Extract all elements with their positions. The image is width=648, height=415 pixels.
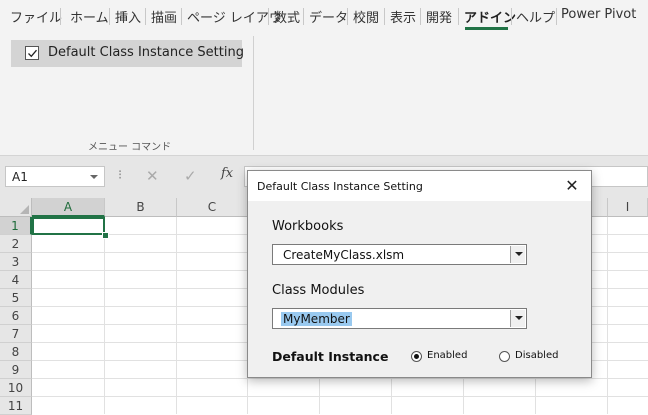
gridline (607, 217, 608, 414)
row-header-8[interactable]: 8 (0, 343, 32, 361)
row-header-4[interactable]: 4 (0, 271, 32, 289)
tab-file[interactable]: ファイル (10, 7, 62, 26)
workbooks-value: CreateMyClass.xlsm (283, 248, 405, 262)
default-class-instance-dialog: Default Class Instance Setting ✕ Workboo… (247, 170, 592, 378)
tab-home[interactable]: ホーム (70, 7, 109, 26)
row-header-3[interactable]: 3 (0, 253, 32, 271)
checkbox-icon (25, 46, 39, 60)
cancel-icon[interactable]: ✕ (146, 167, 159, 185)
tab-draw[interactable]: 描画 (151, 7, 177, 26)
enabled-radio-label[interactable]: Enabled (427, 350, 467, 361)
tab-power-pivot[interactable]: Power Pivot (561, 7, 636, 22)
gridline (32, 396, 648, 397)
name-box[interactable]: A1 (5, 166, 105, 187)
default-instance-label: Default Instance (272, 349, 389, 364)
tab-separator (384, 8, 385, 25)
row-header-1[interactable]: 1 (0, 217, 32, 235)
tab-separator (420, 8, 421, 25)
column-header-i[interactable]: I (608, 198, 648, 217)
ribbon-group-label: メニュー コマンド (88, 142, 172, 153)
tab-insert[interactable]: 挿入 (115, 7, 141, 26)
tab-formulas[interactable]: 数式 (274, 7, 300, 26)
row-header-2[interactable]: 2 (0, 235, 32, 253)
class-modules-value: MyMember (281, 312, 352, 326)
fill-handle[interactable] (102, 232, 109, 239)
insert-function-icon[interactable]: fx (221, 166, 233, 181)
tab-help[interactable]: ヘルプ (516, 7, 555, 26)
row-header-6[interactable]: 6 (0, 307, 32, 325)
disabled-radio-label[interactable]: Disabled (515, 350, 558, 361)
class-modules-combobox[interactable]: MyMember (272, 308, 527, 329)
tab-separator (347, 8, 348, 25)
enter-icon[interactable]: ✓ (184, 167, 197, 185)
tab-data[interactable]: データ (309, 7, 348, 26)
tab-separator (145, 8, 146, 25)
ribbon-tab-bar: ファイル ホーム 挿入 描画 ページ レイアウ 数式 データ 校閲 表示 開発 … (0, 0, 648, 32)
disabled-radio[interactable] (499, 351, 510, 362)
formula-bar-grip-icon[interactable]: ⁝ (118, 168, 122, 183)
dialog-title: Default Class Instance Setting (257, 180, 423, 193)
gridline (104, 217, 105, 414)
row-header-10[interactable]: 10 (0, 379, 32, 397)
tab-view[interactable]: 表示 (390, 7, 416, 26)
active-cell-a1[interactable] (32, 217, 105, 235)
active-tab-indicator (465, 27, 508, 30)
name-box-value: A1 (12, 170, 28, 184)
select-all-button[interactable] (0, 198, 32, 217)
gridline (32, 378, 648, 379)
tab-separator (181, 8, 182, 25)
tab-addins[interactable]: アドイン (464, 7, 516, 26)
workbooks-label: Workbooks (272, 219, 344, 234)
gridline (176, 217, 177, 414)
row-header-5[interactable]: 5 (0, 289, 32, 307)
close-icon[interactable]: ✕ (561, 175, 583, 197)
class-modules-label: Class Modules (272, 283, 365, 298)
workbooks-combobox[interactable]: CreateMyClass.xlsm (272, 244, 527, 265)
row-header-9[interactable]: 9 (0, 361, 32, 379)
chevron-down-icon[interactable] (510, 246, 525, 263)
select-all-triangle-icon (20, 205, 29, 214)
tab-separator (268, 8, 269, 25)
column-header-c[interactable]: C (177, 198, 248, 217)
default-class-instance-setting-button[interactable]: Default Class Instance Setting (11, 40, 244, 67)
ribbon-panel: Default Class Instance Setting メニュー コマンド (0, 32, 648, 156)
tab-separator (109, 8, 110, 25)
ribbon-button-label: Default Class Instance Setting (48, 45, 244, 60)
row-header-11[interactable]: 11 (0, 397, 32, 415)
dialog-titlebar[interactable]: Default Class Instance Setting ✕ (248, 171, 591, 201)
group-divider (253, 36, 254, 150)
tab-separator (60, 8, 61, 25)
enabled-radio[interactable] (411, 351, 422, 362)
tab-separator (458, 8, 459, 25)
tab-separator (303, 8, 304, 25)
tab-separator (556, 8, 557, 25)
column-header-b[interactable]: B (105, 198, 177, 217)
chevron-down-icon[interactable] (90, 175, 98, 179)
tab-separator (511, 8, 512, 25)
row-header-7[interactable]: 7 (0, 325, 32, 343)
column-header-a[interactable]: A (32, 198, 105, 217)
tab-review[interactable]: 校閲 (353, 7, 379, 26)
chevron-down-icon[interactable] (510, 310, 525, 327)
tab-developer[interactable]: 開発 (426, 7, 452, 26)
